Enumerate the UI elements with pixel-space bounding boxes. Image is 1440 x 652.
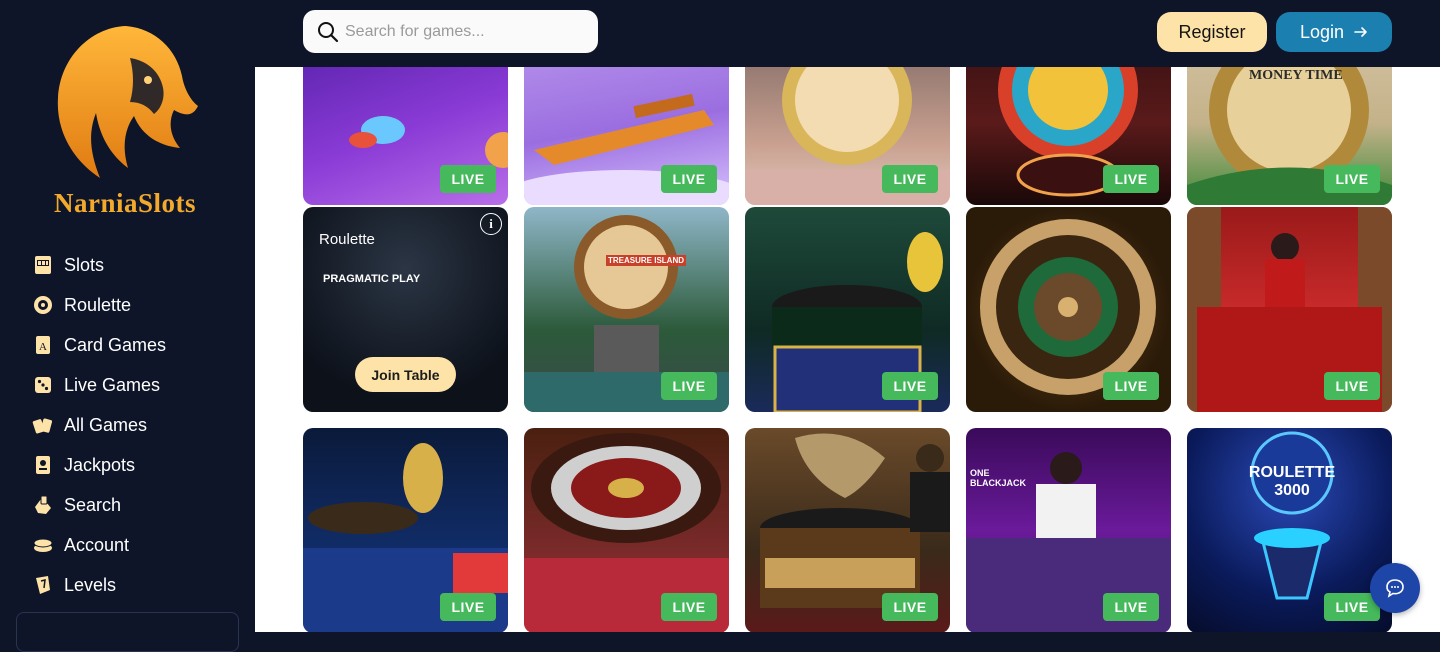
login-label: Login: [1299, 21, 1345, 42]
game-tile-auto-roulette[interactable]: LIVE: [966, 207, 1171, 412]
game-tile-treasure-island[interactable]: TREASURE ISLAND LIVE: [524, 207, 729, 412]
coins-icon: [32, 534, 54, 556]
tile-title: TREASURE ISLAND: [606, 255, 687, 266]
live-badge: LIVE: [1103, 165, 1159, 193]
search-box[interactable]: [303, 10, 598, 53]
game-tile-roulette-hover[interactable]: Roulette PRAGMATIC PLAY i Join Table: [303, 207, 508, 412]
game-tile-roulette-closeup[interactable]: LIVE: [524, 428, 729, 632]
sidebar-item-all-games[interactable]: All Games: [32, 405, 166, 445]
search-input[interactable]: [345, 22, 585, 41]
tile-title: ROULETTE 3000: [1248, 464, 1336, 499]
live-badge: LIVE: [440, 165, 496, 193]
login-button[interactable]: Login: [1276, 12, 1392, 52]
sidebar-item-label: Live Games: [64, 374, 161, 395]
brand-logo[interactable]: NarniaSlots: [30, 18, 220, 223]
live-badge: LIVE: [882, 165, 938, 193]
sidebar-item-roulette[interactable]: Roulette: [32, 285, 166, 325]
game-tile-american-roulette[interactable]: LIVE: [745, 428, 950, 632]
cards-fan-icon: [32, 414, 54, 436]
sidebar-item-card-games[interactable]: A Card Games: [32, 325, 166, 365]
brand-wordmark: NarniaSlots: [53, 188, 197, 218]
sidebar-item-label: Slots: [64, 254, 105, 275]
sidebar-item-levels[interactable]: Levels: [32, 565, 166, 605]
lion-logo-icon: [57, 26, 198, 178]
live-badge: LIVE: [1103, 372, 1159, 400]
game-tile-mega-roulette-3000[interactable]: ROULETTE 3000 LIVE: [1187, 428, 1392, 632]
game-tile-sweet-bonanza[interactable]: LIVE: [745, 67, 950, 205]
sidebar-nav: Slots Roulette A Card Games Live Games A…: [32, 245, 166, 605]
jackpot-icon: [32, 454, 54, 476]
live-badge: LIVE: [661, 165, 717, 193]
info-icon[interactable]: i: [480, 213, 502, 235]
live-badge: LIVE: [661, 372, 717, 400]
sidebar-item-account[interactable]: Account: [32, 525, 166, 565]
live-badge: LIVE: [1324, 165, 1380, 193]
live-badge: LIVE: [1324, 372, 1380, 400]
levels-icon: [32, 574, 54, 596]
sidebar-item-label: Levels: [64, 574, 117, 595]
card-icon: A: [32, 334, 54, 356]
live-badge: LIVE: [882, 593, 938, 621]
slot-machine-icon: [32, 254, 54, 276]
game-tile-mega-wheel[interactable]: LIVE: [966, 67, 1171, 205]
sidebar-item-search[interactable]: Search: [32, 485, 166, 525]
live-badge: LIVE: [882, 372, 938, 400]
chat-bubble-icon: [1386, 579, 1404, 598]
dice-icon: [32, 374, 54, 396]
chat-button[interactable]: [1370, 563, 1420, 613]
sidebar-item-label: All Games: [64, 414, 148, 435]
game-tile-money-time[interactable]: MONEY TIME LIVE: [1187, 67, 1392, 205]
arrow-right-icon: [1354, 27, 1367, 37]
sidebar-item-label: Account: [64, 534, 130, 555]
top-bar: Register Login: [255, 0, 1440, 67]
tile-title: MONEY TIME: [1249, 68, 1343, 83]
sidebar-item-label: Card Games: [64, 334, 167, 355]
search-hand-icon: [32, 494, 54, 516]
game-tile-red-room[interactable]: LIVE: [1187, 207, 1392, 412]
live-badge: LIVE: [440, 593, 496, 621]
sidebar-item-label: Roulette: [64, 294, 132, 315]
tile-title: ONE BLACKJACK: [970, 468, 1026, 488]
join-table-button[interactable]: Join Table: [355, 357, 456, 392]
game-tile-roulette-blue[interactable]: LIVE: [303, 428, 508, 632]
roulette-icon: [32, 294, 54, 316]
game-tile-live-roulette-green[interactable]: LIVE: [745, 207, 950, 412]
game-tile-aviator[interactable]: LIVE: [524, 67, 729, 205]
game-grid-area: LIVE LIVE LIVE LIVE MONEY TIME LIVE Roul…: [255, 67, 1440, 632]
sidebar-bottom-panel: [16, 612, 239, 652]
sidebar: NarniaSlots Slots Roulette A Card Games …: [0, 0, 255, 652]
sidebar-item-live-games[interactable]: Live Games: [32, 365, 166, 405]
register-button[interactable]: Register: [1157, 12, 1267, 52]
game-tile-one-blackjack[interactable]: ONE BLACKJACK LIVE: [966, 428, 1171, 632]
game-tile-space-crash[interactable]: LIVE: [303, 67, 508, 205]
search-icon: [318, 21, 339, 42]
live-badge: LIVE: [661, 593, 717, 621]
svg-text:A: A: [39, 341, 47, 353]
live-badge: LIVE: [1103, 593, 1159, 621]
tile-hover-title: Roulette: [319, 231, 375, 248]
tile-provider: PRAGMATIC PLAY: [323, 273, 421, 285]
sidebar-item-slots[interactable]: Slots: [32, 245, 166, 285]
sidebar-item-jackpots[interactable]: Jackpots: [32, 445, 166, 485]
sidebar-item-label: Search: [64, 494, 122, 515]
sidebar-item-label: Jackpots: [64, 454, 136, 475]
